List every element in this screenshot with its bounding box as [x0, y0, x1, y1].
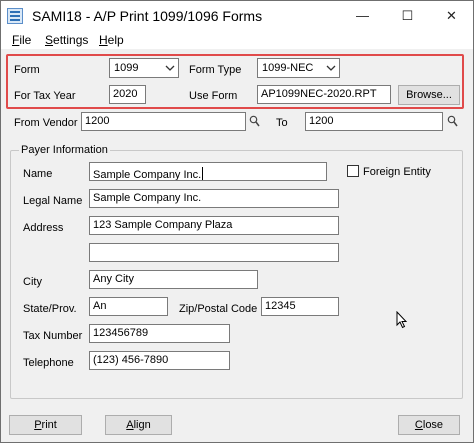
- form-select-value: 1099: [114, 62, 139, 74]
- use-form-input[interactable]: AP1099NEC-2020.RPT: [257, 85, 391, 104]
- state-label: State/Prov.: [23, 303, 77, 315]
- tax-year-label: For Tax Year: [14, 90, 76, 102]
- close-button-label: lose: [422, 419, 444, 431]
- minimize-button[interactable]: —: [340, 1, 385, 31]
- menu-file-label: ile: [19, 33, 32, 47]
- address-label: Address: [23, 222, 64, 234]
- menu-bar: File Settings Help: [1, 31, 473, 49]
- search-icon[interactable]: [447, 115, 458, 127]
- city-label: City: [23, 276, 42, 288]
- address-line2-input[interactable]: [89, 243, 339, 262]
- tax-number-label: Tax Number: [23, 330, 83, 342]
- browse-button[interactable]: Browse...: [398, 85, 460, 105]
- menu-settings-label: ettings: [53, 33, 89, 47]
- print-button-label: rint: [41, 419, 57, 431]
- to-vendor-input[interactable]: 1200: [305, 112, 443, 131]
- legal-name-input[interactable]: Sample Company Inc.: [89, 189, 339, 208]
- align-button[interactable]: Align: [105, 415, 172, 435]
- form-type-select[interactable]: 1099-NEC: [257, 58, 340, 78]
- payer-info-title: Payer Information: [19, 144, 110, 156]
- name-label: Name: [23, 168, 53, 180]
- state-input[interactable]: An: [89, 297, 168, 316]
- tax-year-input[interactable]: 2020: [109, 85, 146, 104]
- city-input[interactable]: Any City: [89, 270, 258, 289]
- zip-input[interactable]: 12345: [261, 297, 339, 316]
- tax-number-input[interactable]: 123456789: [89, 324, 230, 343]
- telephone-label: Telephone: [23, 357, 74, 369]
- from-vendor-input[interactable]: 1200: [81, 112, 246, 131]
- align-button-label: lign: [133, 419, 151, 431]
- title-bar[interactable]: SAMI18 - A/P Print 1099/1096 Forms — ☐ ✕: [1, 1, 473, 31]
- chevron-down-icon: [326, 65, 336, 71]
- zip-label: Zip/Postal Code: [179, 303, 258, 315]
- menu-settings[interactable]: Settings: [45, 33, 88, 47]
- chevron-down-icon: [165, 65, 175, 71]
- menu-help-label: elp: [107, 33, 124, 47]
- search-icon[interactable]: [249, 115, 260, 127]
- menu-help-mnemonic: H: [99, 33, 108, 47]
- to-vendor-label: To: [276, 117, 288, 129]
- menu-settings-mnemonic: S: [45, 33, 54, 47]
- close-window-button[interactable]: ✕: [429, 1, 473, 31]
- window-title: SAMI18 - A/P Print 1099/1096 Forms: [32, 8, 263, 24]
- legal-name-label: Legal Name: [23, 195, 83, 207]
- align-button-mnemonic: A: [126, 419, 134, 431]
- foreign-entity-label: Foreign Entity: [363, 166, 431, 178]
- app-icon: [7, 8, 23, 24]
- form-label: Form: [14, 64, 40, 76]
- form-select[interactable]: 1099: [109, 58, 179, 78]
- mouse-pointer-icon: [396, 311, 408, 329]
- form-type-select-value: 1099-NEC: [262, 62, 314, 74]
- menu-file[interactable]: File: [12, 33, 31, 47]
- name-input[interactable]: Sample Company Inc.: [89, 162, 327, 181]
- name-input-value: Sample Company Inc.: [93, 169, 202, 181]
- print-button[interactable]: Print: [9, 415, 82, 435]
- menu-help[interactable]: Help: [99, 33, 124, 47]
- close-button[interactable]: Close: [398, 415, 460, 435]
- main-window: SAMI18 - A/P Print 1099/1096 Forms — ☐ ✕…: [0, 0, 474, 443]
- foreign-entity-checkbox[interactable]: [347, 165, 359, 177]
- maximize-button[interactable]: ☐: [385, 1, 430, 31]
- print-button-mnemonic: P: [34, 419, 42, 431]
- close-button-mnemonic: C: [414, 419, 423, 431]
- address-line1-input[interactable]: 123 Sample Company Plaza: [89, 216, 339, 235]
- text-caret: [202, 167, 204, 180]
- telephone-input[interactable]: (123) 456-7890: [89, 351, 230, 370]
- use-form-label: Use Form: [189, 90, 238, 102]
- form-type-label: Form Type: [189, 64, 242, 76]
